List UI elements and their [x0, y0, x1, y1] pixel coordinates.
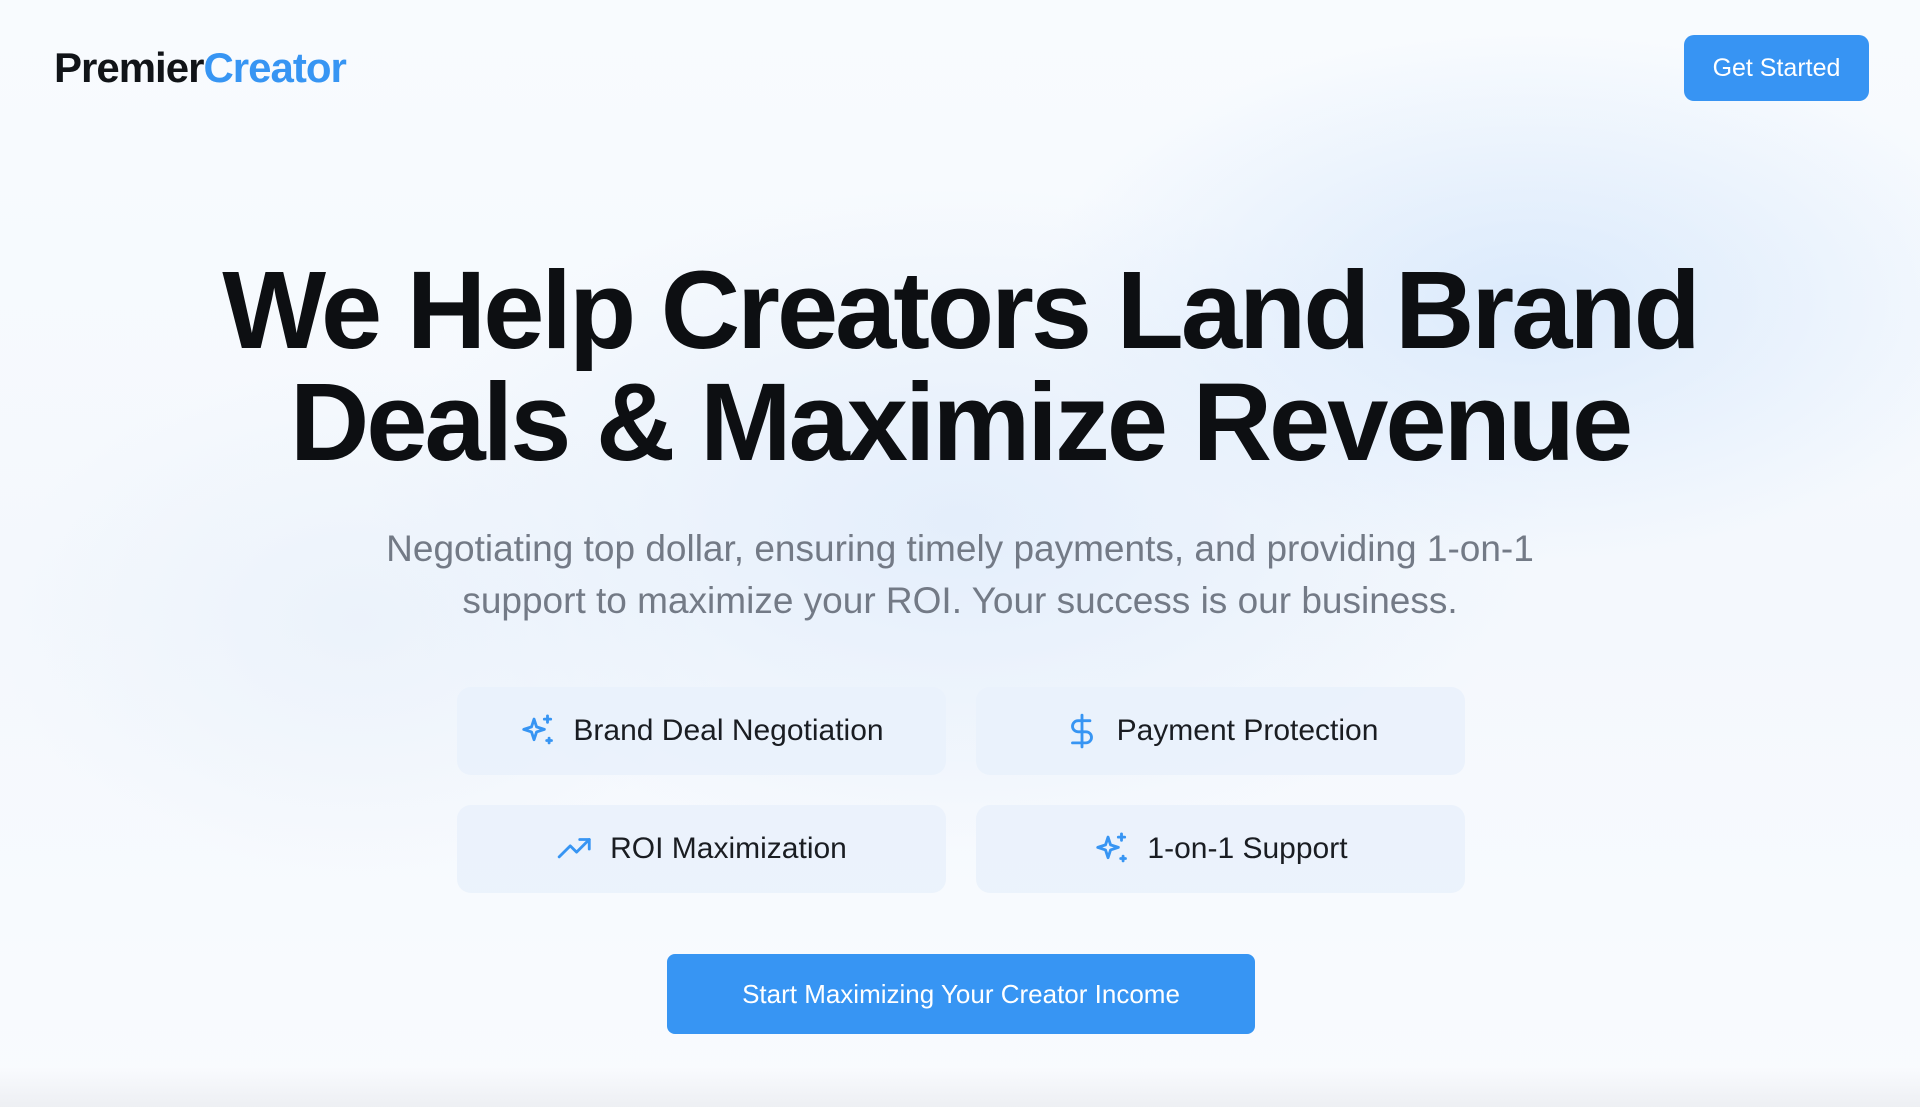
feature-payment-protection: Payment Protection — [976, 687, 1465, 775]
site-header: PremierCreator Get Started — [0, 0, 1920, 136]
start-maximizing-button[interactable]: Start Maximizing Your Creator Income — [667, 954, 1255, 1034]
hero-title: We Help Creators Land Brand Deals & Maxi… — [0, 255, 1920, 479]
brand-logo-accent: Creator — [203, 44, 346, 91]
dollar-sign-icon — [1063, 712, 1101, 750]
sparkles-icon — [1093, 830, 1131, 868]
feature-list: Brand Deal Negotiation Payment Protectio… — [457, 687, 1465, 893]
feature-brand-deal-negotiation: Brand Deal Negotiation — [457, 687, 946, 775]
feature-label: Payment Protection — [1116, 714, 1379, 747]
get-started-button[interactable]: Get Started — [1684, 35, 1869, 101]
hero-title-line-1: We Help Creators Land Brand — [222, 249, 1701, 372]
feature-roi-maximization: ROI Maximization — [457, 805, 946, 893]
feature-label: Brand Deal Negotiation — [573, 714, 884, 747]
bottom-fade — [0, 1067, 1920, 1107]
sparkles-icon — [519, 712, 557, 750]
feature-label: ROI Maximization — [610, 832, 847, 865]
feature-label: 1-on-1 Support — [1147, 832, 1348, 865]
brand-logo-primary: Premier — [54, 44, 204, 91]
hero-subtitle: Negotiating top dollar, ensuring timely … — [386, 528, 1534, 621]
trending-up-icon — [556, 830, 594, 868]
hero-title-line-2: Deals & Maximize Revenue — [289, 361, 1633, 484]
feature-1-on-1-support: 1-on-1 Support — [976, 805, 1465, 893]
brand-logo[interactable]: PremierCreator — [54, 42, 347, 94]
